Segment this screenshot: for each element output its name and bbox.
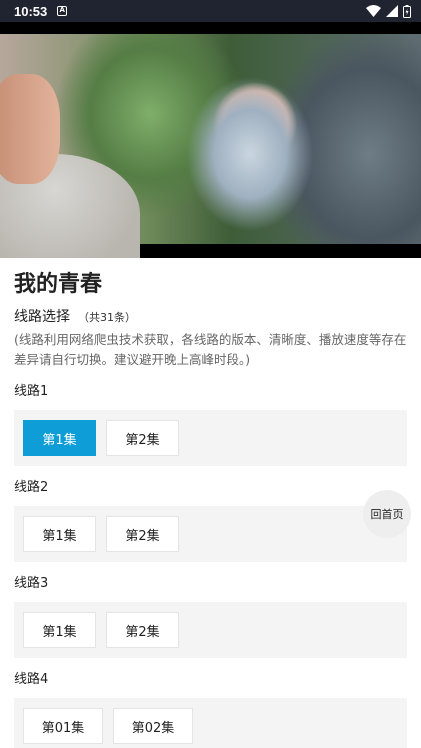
signal-icon (386, 5, 398, 17)
line-panel-2: 第1集 第2集 (14, 506, 407, 562)
episode-button[interactable]: 第2集 (106, 420, 179, 456)
content: 我的青春 线路选择 （共31条） (线路利用网络爬虫技术获取，各线路的版本、清晰… (14, 270, 407, 748)
line-panel-1: 第1集 第2集 (14, 410, 407, 466)
line-label: 线路3 (14, 576, 49, 591)
notification-icon: A (57, 6, 68, 16)
episode-button[interactable]: 第02集 (113, 708, 193, 744)
line-label: 线路4 (14, 672, 49, 687)
battery-icon (403, 4, 411, 18)
route-select-label: 线路选择 (14, 309, 70, 325)
route-notice: (线路利用网络爬虫技术获取，各线路的版本、清晰度、播放速度等存在差异请自行切换。… (14, 332, 407, 367)
episode-button[interactable]: 第2集 (106, 612, 179, 648)
status-bar: 10:53 A (0, 0, 421, 22)
home-button[interactable]: 回首页 (363, 490, 411, 538)
episode-button[interactable]: 第2集 (106, 516, 179, 552)
line-label: 线路2 (14, 480, 49, 495)
episode-button[interactable]: 第1集 (23, 516, 96, 552)
video-foreground-head (0, 74, 60, 184)
episode-button[interactable]: 第01集 (23, 708, 103, 744)
video-player[interactable] (0, 22, 421, 258)
page-title: 我的青春 (14, 272, 103, 297)
status-icons (366, 4, 411, 18)
line-panel-3: 第1集 第2集 (14, 602, 407, 658)
line-label: 线路1 (14, 384, 49, 399)
route-count: （共31条） (78, 311, 136, 324)
route-header: 线路选择 （共31条） (14, 306, 407, 326)
line-panel-4: 第01集 第02集 (14, 698, 407, 748)
episode-button[interactable]: 第1集 (23, 612, 96, 648)
wifi-icon (366, 5, 381, 17)
episode-button[interactable]: 第1集 (23, 420, 96, 456)
video-frame[interactable] (0, 34, 421, 258)
status-time: 10:53 (14, 3, 48, 19)
